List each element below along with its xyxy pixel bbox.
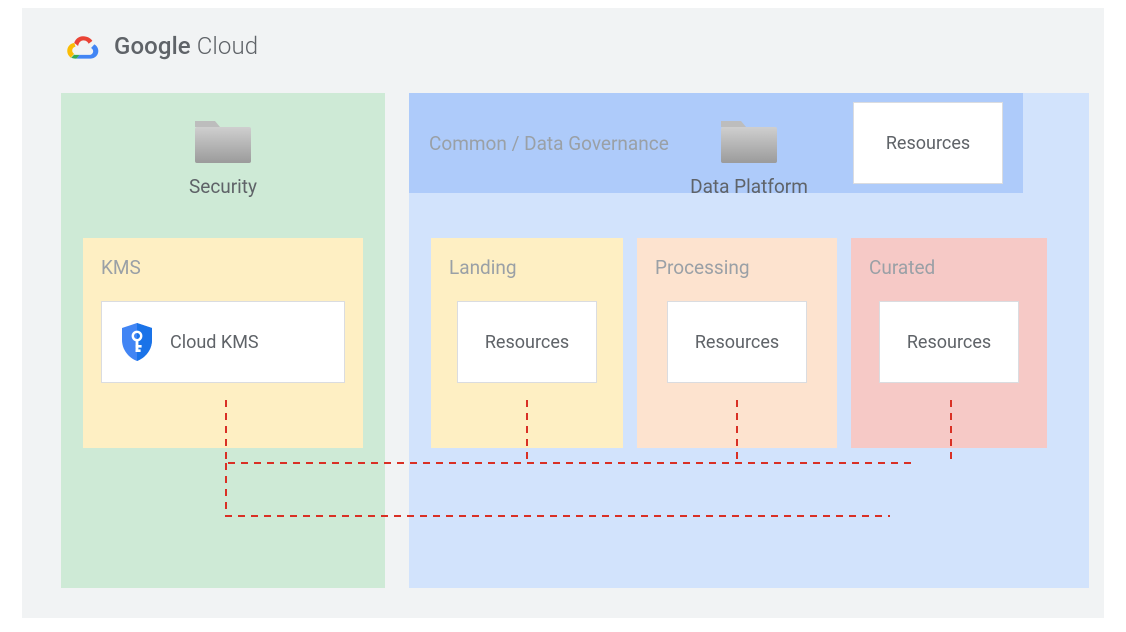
- security-title: Security: [189, 175, 257, 198]
- landing-resources-node: Resources: [457, 301, 597, 383]
- processing-resources-label: Resources: [695, 332, 779, 353]
- google-cloud-wordmark: Google Cloud: [114, 32, 258, 60]
- shield-key-icon: [120, 322, 154, 362]
- data-platform-title: Data Platform: [690, 175, 808, 198]
- brand-bold: Google: [114, 32, 191, 60]
- processing-title: Processing: [655, 256, 819, 279]
- curated-subpanel: Curated Resources: [851, 238, 1047, 448]
- google-cloud-header: Google Cloud: [66, 32, 258, 60]
- curated-title: Curated: [869, 256, 1029, 279]
- security-folder: Security: [61, 115, 385, 198]
- folder-icon: [192, 115, 254, 165]
- kms-subpanel: KMS Cloud KMS: [83, 238, 363, 448]
- data-platform-panel: Data Platform Landing Resources Processi…: [409, 93, 1089, 588]
- folder-icon: [718, 115, 780, 165]
- landing-subpanel: Landing Resources: [431, 238, 623, 448]
- landing-resources-label: Resources: [485, 332, 569, 353]
- landing-title: Landing: [449, 256, 605, 279]
- curated-resources-node: Resources: [879, 301, 1019, 383]
- governance-resources-label: Resources: [886, 133, 970, 154]
- kms-title: KMS: [101, 256, 345, 279]
- security-panel: Security KMS Cloud KMS: [61, 93, 385, 588]
- cloud-kms-label: Cloud KMS: [170, 332, 259, 353]
- processing-subpanel: Processing Resources: [637, 238, 837, 448]
- cloud-kms-node: Cloud KMS: [101, 301, 345, 383]
- processing-resources-node: Resources: [667, 301, 807, 383]
- curated-resources-label: Resources: [907, 332, 991, 353]
- google-cloud-logo-icon: [66, 32, 100, 60]
- diagram-canvas: Google Cloud Security KMS: [22, 8, 1104, 618]
- brand-light: Cloud: [191, 32, 258, 60]
- governance-resources-node: Resources: [853, 102, 1003, 184]
